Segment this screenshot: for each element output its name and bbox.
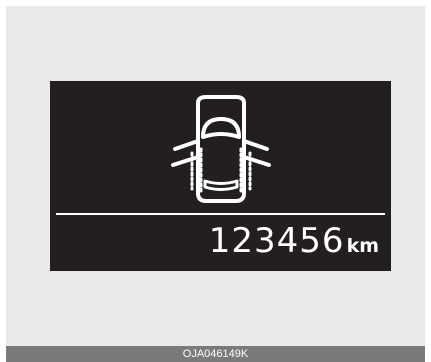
figure-code: OJA046149K xyxy=(182,348,249,360)
odometer-unit: km xyxy=(346,235,379,257)
caption-bar: OJA046149K xyxy=(6,346,425,362)
display-divider xyxy=(56,213,385,215)
car-doors-open-icon xyxy=(171,95,271,203)
instrument-cluster-display: 123456 km xyxy=(50,81,391,271)
odometer: 123456 km xyxy=(209,224,379,258)
odometer-value: 123456 xyxy=(208,221,345,261)
